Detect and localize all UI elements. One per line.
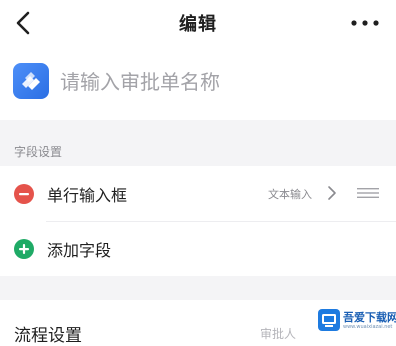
minus-circle-icon <box>19 193 29 196</box>
top-navigation-bar: 编辑 <box>0 0 396 46</box>
fields-list: 单行输入框 文本输入 添加字段 <box>0 166 396 276</box>
field-name: 单行输入框 <box>47 186 128 205</box>
more-dots-icon <box>351 20 379 26</box>
field-row-single-line-input[interactable]: 单行输入框 文本输入 <box>0 166 396 221</box>
process-settings-title: 流程设置 <box>14 326 82 346</box>
approval-form-icon <box>13 63 49 99</box>
plus-circle-icon <box>14 239 34 259</box>
add-field-label: 添加字段 <box>47 241 112 260</box>
watermark-text: 吾爱下载网 <box>343 311 396 324</box>
remove-field-button[interactable] <box>14 184 34 204</box>
field-type: 文本输入 <box>268 188 312 201</box>
field-settings-label: 字段设置 <box>14 145 63 159</box>
watermark-logo-icon <box>318 309 340 331</box>
site-watermark: 吾爱下载网 www.wuaixiazai.net <box>316 306 396 336</box>
process-settings-value: 审批人 <box>260 327 297 341</box>
approval-name-input[interactable] <box>60 66 360 98</box>
approval-name-card <box>0 46 396 120</box>
more-options-button[interactable] <box>348 12 382 34</box>
page-title: 编辑 <box>179 14 217 35</box>
watermark-url: www.wuaixiazai.net <box>343 324 393 330</box>
drag-handle-icon[interactable] <box>357 187 379 199</box>
chevron-right-icon <box>326 185 338 201</box>
